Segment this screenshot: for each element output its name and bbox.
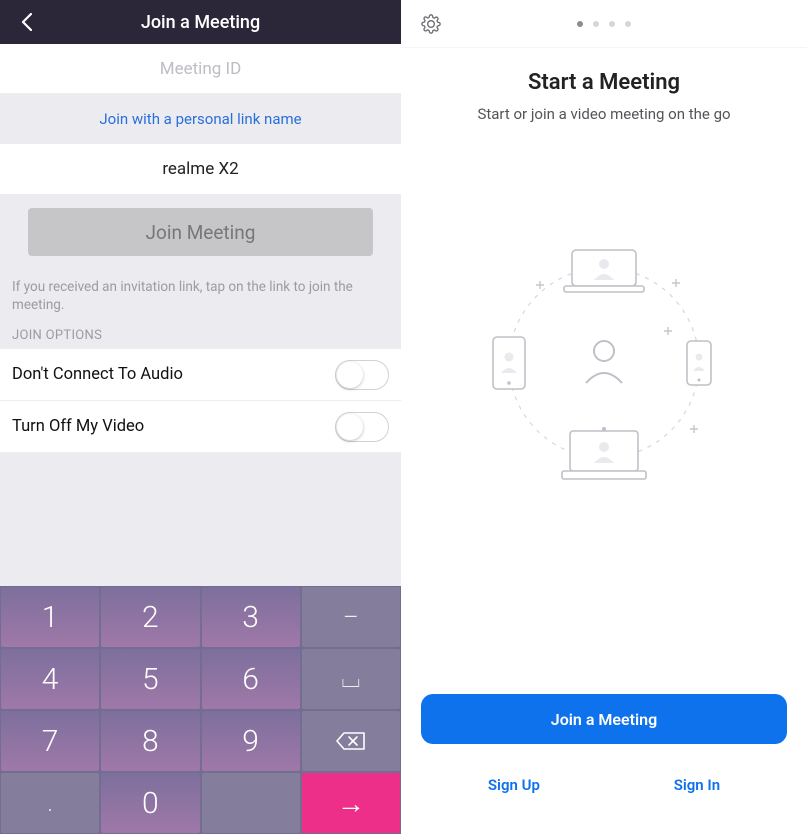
- page-dot: [593, 21, 599, 27]
- join-button-wrap: Join Meeting: [0, 194, 401, 270]
- join-meeting-screen: Join a Meeting Meeting ID Join with a pe…: [0, 0, 401, 834]
- key-3[interactable]: 3: [202, 587, 300, 647]
- key-space[interactable]: ⌴: [302, 649, 400, 709]
- audio-toggle[interactable]: [335, 360, 389, 390]
- right-subtitle: Start or join a video meeting on the go: [401, 105, 807, 123]
- page-dot: [625, 21, 631, 27]
- back-button[interactable]: [6, 0, 46, 44]
- meeting-id-input[interactable]: Meeting ID: [0, 44, 401, 94]
- page-indicator: [577, 21, 631, 27]
- option-label: Turn Off My Video: [12, 417, 144, 436]
- option-audio-row: Don't Connect To Audio: [0, 349, 401, 401]
- right-topbar: [401, 0, 807, 48]
- key-5[interactable]: 5: [101, 649, 199, 709]
- sign-in-link[interactable]: Sign In: [674, 776, 720, 794]
- key-0[interactable]: 0: [101, 773, 199, 833]
- key-8[interactable]: 8: [101, 711, 199, 771]
- join-meeting-button[interactable]: Join Meeting: [28, 208, 373, 256]
- personal-link-button[interactable]: Join with a personal link name: [0, 94, 401, 144]
- help-text: If you received an invitation link, tap …: [0, 270, 401, 328]
- key-2[interactable]: 2: [101, 587, 199, 647]
- page-title: Join a Meeting: [141, 12, 260, 33]
- key-6[interactable]: 6: [202, 649, 300, 709]
- right-title: Start a Meeting: [401, 70, 807, 95]
- key-9[interactable]: 9: [202, 711, 300, 771]
- titlebar: Join a Meeting: [0, 0, 401, 44]
- right-bottom-actions: Join a Meeting Sign Up Sign In: [401, 694, 807, 834]
- key-dash[interactable]: –: [302, 587, 400, 647]
- video-toggle[interactable]: [335, 412, 389, 442]
- key-1[interactable]: 1: [1, 587, 99, 647]
- key-7[interactable]: 7: [1, 711, 99, 771]
- start-meeting-screen: Start a Meeting Start or join a video me…: [401, 0, 807, 834]
- join-meeting-primary-button[interactable]: Join a Meeting: [421, 694, 787, 744]
- key-4[interactable]: 4: [1, 649, 99, 709]
- key-backspace[interactable]: [302, 711, 400, 771]
- key-go[interactable]: →: [302, 773, 400, 833]
- option-video-row: Turn Off My Video: [0, 401, 401, 453]
- join-options-label: JOIN OPTIONS: [0, 328, 401, 349]
- option-label: Don't Connect To Audio: [12, 365, 183, 384]
- meeting-illustration-icon: [401, 223, 807, 503]
- key-dot[interactable]: .: [1, 773, 99, 833]
- key-empty[interactable]: [202, 773, 300, 833]
- settings-button[interactable]: [415, 0, 447, 47]
- sign-up-link[interactable]: Sign Up: [488, 776, 540, 794]
- numeric-keypad: 1 2 3 – 4 5 6 ⌴ 7 8 9 . 0: [0, 586, 401, 834]
- page-dot: [609, 21, 615, 27]
- device-name-input[interactable]: realme X2: [0, 144, 401, 194]
- page-dot: [577, 21, 583, 27]
